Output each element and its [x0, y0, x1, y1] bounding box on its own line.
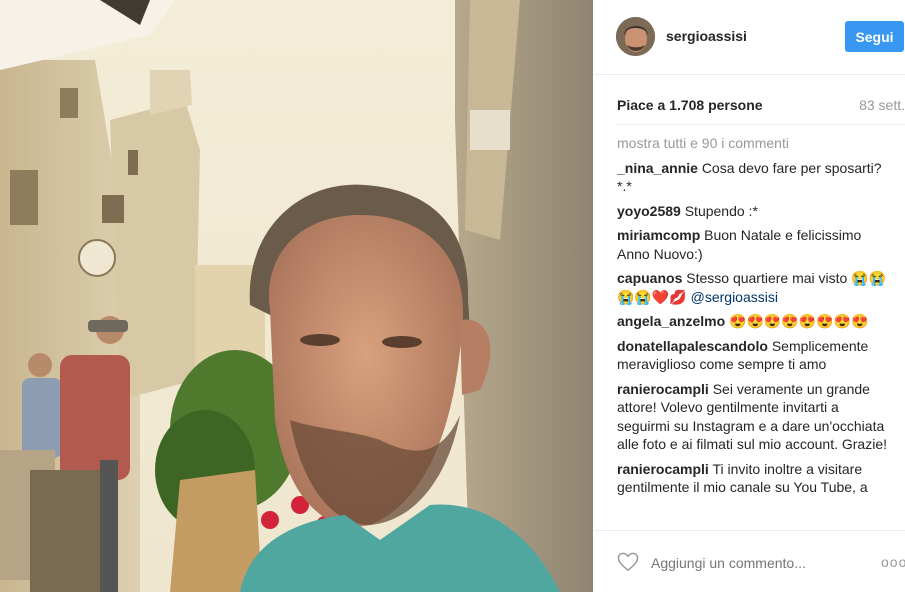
comment-item: capuanos Stesso quartiere mai visto 😭😭😭😭…	[617, 269, 891, 306]
comment-item: _nina_annie Cosa devo fare per sposarti?…	[617, 159, 891, 196]
follow-button[interactable]: Segui	[845, 21, 904, 52]
post-sidebar: sergioassisi Segui Piace a 1.708 persone…	[593, 0, 905, 592]
comment-item: donatellapalescandolo Semplicemente mera…	[617, 337, 891, 374]
instagram-post: sergioassisi Segui Piace a 1.708 persone…	[0, 0, 905, 592]
comment-username[interactable]: miriamcomp	[617, 227, 700, 243]
comment-item: angela_anzelmo 😍😍😍😍😍😍😍😍	[617, 312, 891, 331]
comment-text: Stesso quartiere mai visto	[686, 270, 848, 286]
more-options-icon[interactable]: ooo	[881, 554, 905, 570]
comment-item: yoyo2589 Stupendo :*	[617, 202, 891, 221]
comments-scroll[interactable]: mostra tutti e 90 i commenti _nina_annie…	[617, 134, 897, 530]
comment-item: ranierocampli Sei veramente un grande at…	[617, 380, 891, 454]
username-link[interactable]: sergioassisi	[666, 28, 747, 44]
comment-text: Stupendo :*	[684, 202, 758, 219]
avatar-image	[616, 17, 655, 56]
heart-outline-icon	[617, 552, 639, 572]
divider	[617, 124, 905, 125]
comment-username[interactable]: yoyo2589	[617, 203, 681, 219]
comment-username[interactable]: capuanos	[617, 270, 682, 286]
avatar[interactable]	[616, 17, 655, 56]
like-heart-icon[interactable]	[617, 552, 639, 572]
comment-username[interactable]: _nina_annie	[617, 160, 698, 176]
likes-count[interactable]: Piace a 1.708 persone	[617, 97, 763, 113]
comments-list: mostra tutti e 90 i commenti _nina_annie…	[617, 134, 891, 497]
comment-item: ranierocampli Ti invito inoltre a visita…	[617, 460, 891, 497]
comment-footer: ooo	[593, 530, 905, 592]
comment-emoji: 😍😍😍😍😍😍😍😍	[729, 313, 869, 329]
comment-username[interactable]: donatellapalescandolo	[617, 338, 768, 354]
selfie-image	[0, 0, 593, 592]
comment-mention[interactable]: @sergioassisi	[691, 289, 778, 305]
comment-item: miriamcomp Buon Natale e felicissimo Ann…	[617, 226, 891, 263]
comment-input[interactable]	[651, 555, 861, 571]
comment-username[interactable]: ranierocampli	[617, 381, 709, 397]
comment-username[interactable]: angela_anzelmo	[617, 313, 725, 329]
post-photo[interactable]	[0, 0, 593, 592]
show-all-comments-link[interactable]: mostra tutti e 90 i commenti	[617, 134, 891, 153]
post-header: sergioassisi Segui	[593, 0, 905, 75]
comment-username[interactable]: ranierocampli	[617, 461, 709, 477]
post-time[interactable]: 83 sett.	[859, 97, 905, 113]
